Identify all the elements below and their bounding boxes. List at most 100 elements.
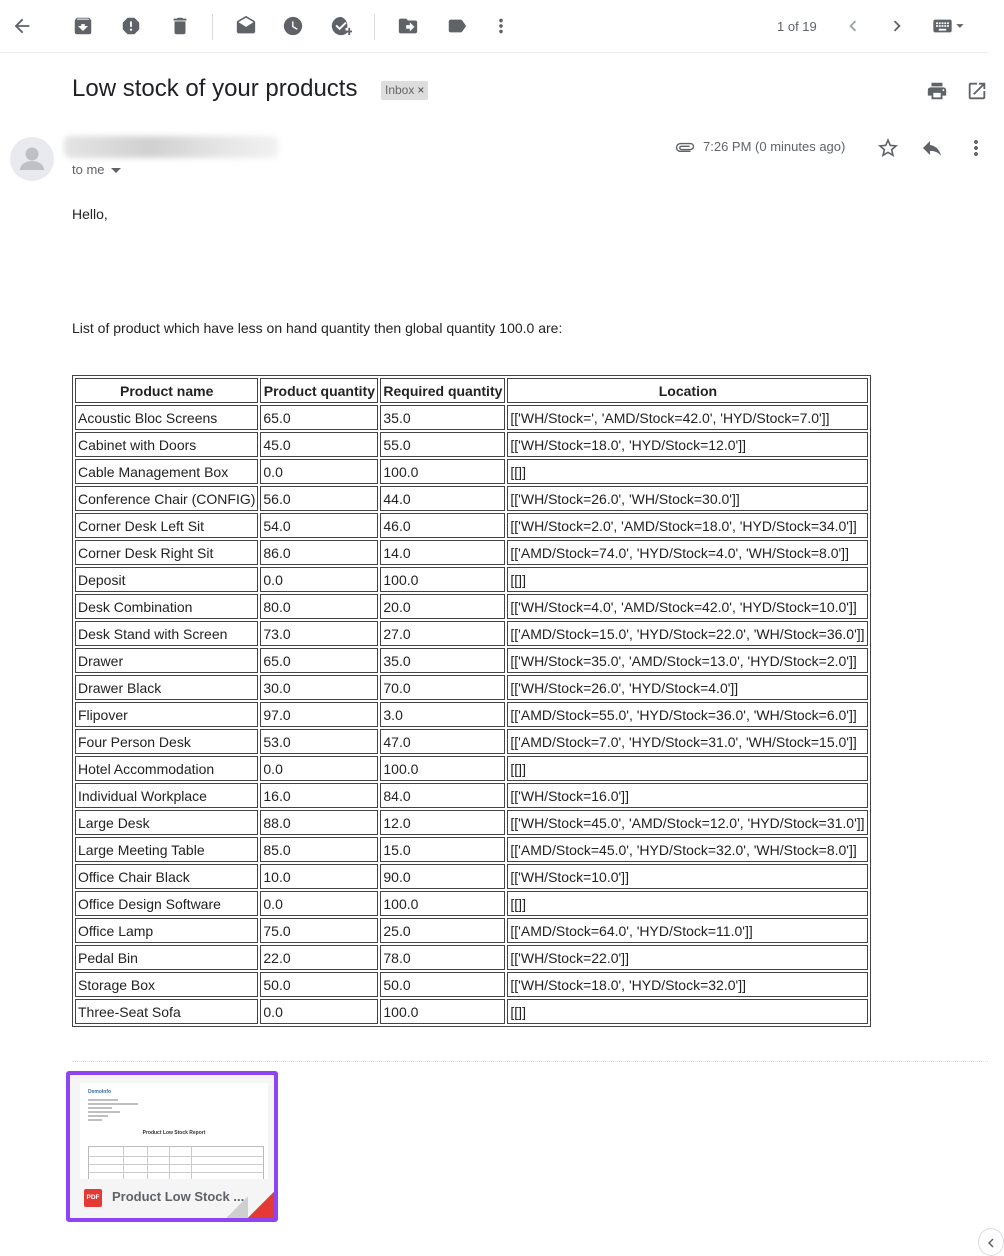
mark-unread-icon[interactable] (230, 10, 262, 42)
toolbar-separator (374, 14, 375, 40)
report-spam-icon[interactable] (115, 10, 147, 42)
email-greeting: Hello, (72, 206, 108, 222)
cell-required-quantity: 100.0 (380, 459, 506, 484)
table-row: Office Chair Black 10.0 90.0 [['WH/Stock=10… (75, 864, 869, 889)
table-row: Conference Chair (CONFIG) 56.0 44.0 [['WH/S… (75, 486, 869, 511)
back-arrow-icon[interactable] (6, 10, 38, 42)
delete-icon[interactable] (164, 10, 196, 42)
cell-product-name: Individual Workplace (75, 783, 259, 808)
recipient-text: to me (72, 162, 105, 177)
cell-required-quantity: 100.0 (380, 891, 506, 916)
reply-icon[interactable] (920, 136, 944, 160)
cell-product-name: Large Meeting Table (75, 837, 259, 862)
cell-required-quantity: 70.0 (380, 675, 506, 700)
column-header-required-quantity: Required quantity (380, 378, 506, 403)
email-timestamp: 7:26 PM (0 minutes ago) (703, 139, 846, 154)
table-row: Corner Desk Right Sit 86.0 14.0 [['AMD/Stoc… (75, 540, 869, 565)
table-row: Three-Seat Sofa 0.0 100.0[[]] (75, 999, 869, 1024)
table-row: Acoustic Bloc Screens 65.0 35.0 [['WH/Stock… (75, 405, 869, 430)
cell-required-quantity: 55.0 (380, 432, 506, 457)
cell-location: [['WH/Stock=45.0', 'AMD/Stock=12.0', 'HY… (507, 810, 869, 835)
cell-product-name: Flipover (75, 702, 259, 727)
cell-location: [['WH/Stock=22.0']] (507, 945, 869, 970)
table-row: Cable Management Box 0.0 100.0[[]] (75, 459, 869, 484)
attachment-preview-thumbnail: DemoInfo Product Low Stock Report (80, 1083, 268, 1187)
table-row: Corner Desk Left Sit 54.0 46.0 [['WH/Stock=… (75, 513, 869, 538)
cell-location: [['AMD/Stock=15.0', 'HYD/Stock=22.0', 'W… (507, 621, 869, 646)
scroll-chevron-icon[interactable] (978, 1228, 1004, 1256)
cell-required-quantity: 50.0 (380, 972, 506, 997)
add-to-tasks-icon[interactable] (325, 10, 357, 42)
newer-icon[interactable] (837, 10, 869, 42)
cell-required-quantity: 25.0 (380, 918, 506, 943)
cell-product-name: Desk Combination (75, 594, 259, 619)
print-icon[interactable] (926, 80, 948, 102)
cell-required-quantity: 35.0 (380, 648, 506, 673)
table-header-row: Product name Product quantity Required q… (75, 378, 869, 403)
more-options-icon[interactable] (964, 136, 988, 160)
cell-product-name: Office Design Software (75, 891, 259, 916)
cell-product-name: Office Chair Black (75, 864, 259, 889)
older-icon[interactable] (881, 10, 913, 42)
cell-product-name: Cabinet with Doors (75, 432, 259, 457)
cell-product-quantity: 56.0 (260, 486, 379, 511)
cell-product-name: Drawer (75, 648, 259, 673)
table-row: Storage Box 50.0 50.0 [['WH/Stock=18.0', 'H… (75, 972, 869, 997)
sender-name-redacted (64, 136, 278, 158)
cell-required-quantity: 100.0 (380, 567, 506, 592)
cell-product-quantity: 80.0 (260, 594, 379, 619)
attachment-footer: PDF Product Low Stock ... (70, 1179, 274, 1218)
move-to-icon[interactable] (392, 10, 424, 42)
cell-location: [['WH/Stock=4.0', 'AMD/Stock=42.0', 'HYD… (507, 594, 869, 619)
cell-location: [['WH/Stock=16.0']] (507, 783, 869, 808)
cell-product-name: Pedal Bin (75, 945, 259, 970)
attachment-filename: Product Low Stock ... (112, 1189, 245, 1204)
snooze-icon[interactable] (277, 10, 309, 42)
more-vert-icon[interactable] (485, 10, 517, 42)
cell-required-quantity: 47.0 (380, 729, 506, 754)
cell-product-quantity: 54.0 (260, 513, 379, 538)
cell-location: [[]] (507, 567, 869, 592)
cell-product-quantity: 0.0 (260, 567, 379, 592)
preview-table (88, 1146, 264, 1182)
table-row: Large Desk 88.0 12.0 [['WH/Stock=45.0', 'AM… (75, 810, 869, 835)
cell-location: [[]] (507, 459, 869, 484)
cell-product-quantity: 50.0 (260, 972, 379, 997)
column-header-product-name: Product name (75, 378, 259, 403)
table-row: Drawer Black 30.0 70.0 [['WH/Stock=26.0', '… (75, 675, 869, 700)
remove-label-icon[interactable]: × (417, 83, 424, 97)
table-row: Drawer 65.0 35.0 [['WH/Stock=35.0', 'AMD/St… (75, 648, 869, 673)
attachments-divider (72, 1061, 988, 1062)
cell-product-quantity: 65.0 (260, 405, 379, 430)
cell-required-quantity: 35.0 (380, 405, 506, 430)
cell-product-quantity: 86.0 (260, 540, 379, 565)
open-in-new-window-icon[interactable] (966, 80, 988, 102)
recipient-details-toggle[interactable]: to me (72, 162, 121, 177)
cell-location: [[]] (507, 891, 869, 916)
table-row: Large Meeting Table 85.0 15.0 [['AMD/Stock=… (75, 837, 869, 862)
cell-product-quantity: 10.0 (260, 864, 379, 889)
cell-location: [['WH/Stock=26.0', 'WH/Stock=30.0']] (507, 486, 869, 511)
table-row: Four Person Desk 53.0 47.0 [['AMD/Stock=7.0… (75, 729, 869, 754)
preview-report-title: Product Low Stock Report (142, 1130, 206, 1136)
cell-product-quantity: 97.0 (260, 702, 379, 727)
cell-required-quantity: 100.0 (380, 756, 506, 781)
cell-product-name: Storage Box (75, 972, 259, 997)
archive-icon[interactable] (67, 10, 99, 42)
cell-location: [['AMD/Stock=74.0', 'HYD/Stock=4.0', 'WH… (507, 540, 869, 565)
cell-required-quantity: 46.0 (380, 513, 506, 538)
cell-product-quantity: 16.0 (260, 783, 379, 808)
cell-required-quantity: 78.0 (380, 945, 506, 970)
labels-icon[interactable] (441, 10, 473, 42)
pdf-attachment-card[interactable]: DemoInfo Product Low Stock Report PDF Pr… (66, 1071, 278, 1222)
cell-product-name: Cable Management Box (75, 459, 259, 484)
cell-product-quantity: 30.0 (260, 675, 379, 700)
inbox-label-text: Inbox (385, 83, 415, 97)
pdf-corner-icon (248, 1192, 274, 1218)
inbox-label-chip[interactable]: Inbox × (381, 81, 429, 100)
keyboard-icon[interactable] (926, 10, 970, 42)
cell-product-name: Conference Chair (CONFIG) (75, 486, 259, 511)
column-header-location: Location (507, 378, 869, 403)
cell-required-quantity: 15.0 (380, 837, 506, 862)
star-icon[interactable] (876, 136, 900, 160)
